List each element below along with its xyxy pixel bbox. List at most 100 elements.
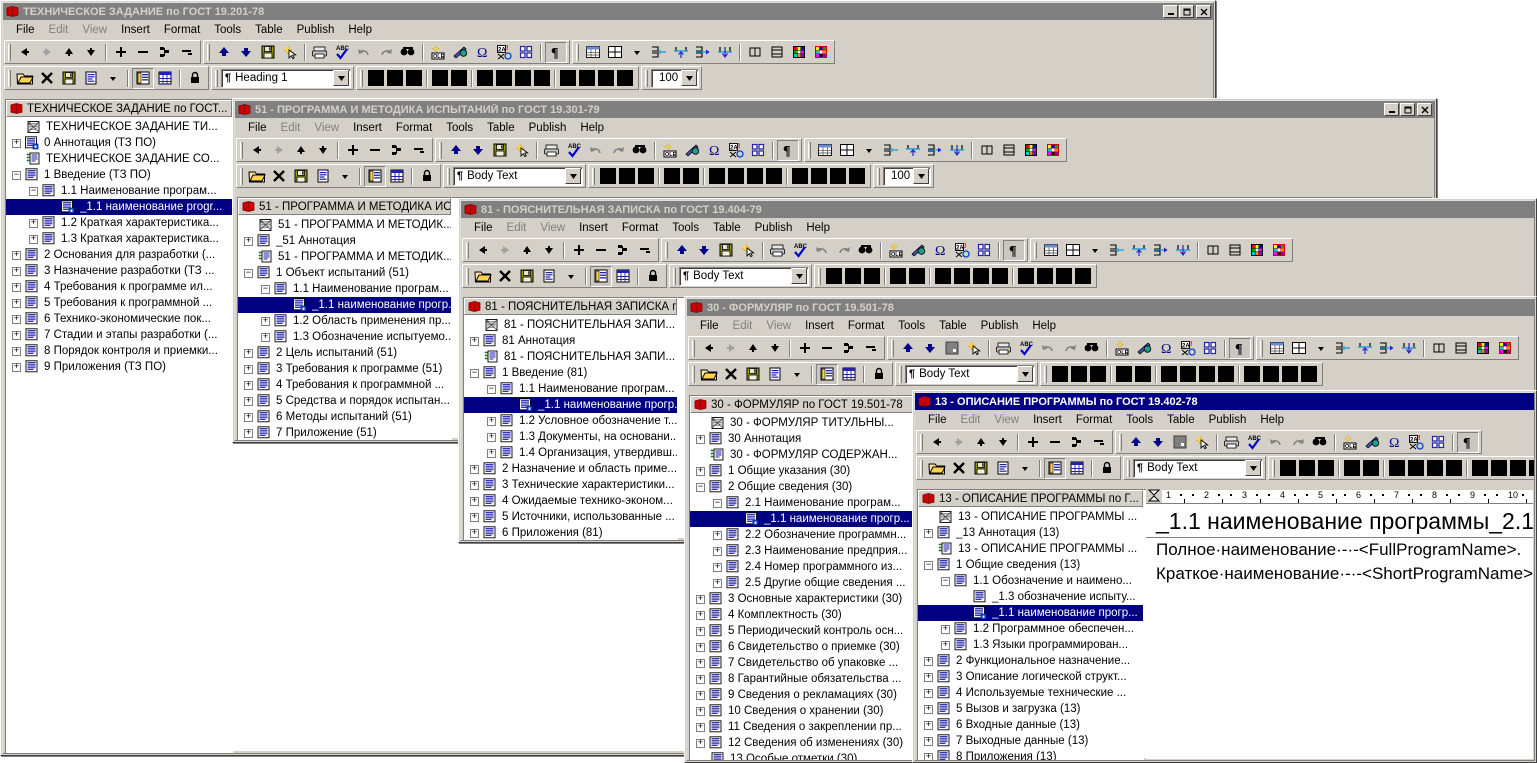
menu-item-format[interactable]: Format: [157, 23, 207, 37]
insert-ole-icon[interactable]: OLE: [885, 240, 907, 261]
format-button[interactable]: [1056, 268, 1072, 284]
zoom-combo[interactable]: 100 %: [883, 166, 931, 186]
menu-item-publish[interactable]: Publish: [1202, 413, 1254, 427]
cursor-spark-icon[interactable]: [511, 140, 533, 161]
format-button[interactable]: [1180, 366, 1196, 382]
document-pane[interactable]: 1 2 3 4 5 6 7 8 9 10 _1.1 наименование программы_2…: [1146, 489, 1533, 759]
insert-special-icon[interactable]: 2A!: [725, 140, 747, 161]
tree-item[interactable]: +8 Порядок контроля и приемки...: [6, 343, 232, 359]
tree-item[interactable]: +1.3 Документы, на основани...: [464, 429, 677, 445]
format-button[interactable]: [1446, 460, 1462, 476]
menu-item-help[interactable]: Help: [1253, 413, 1291, 427]
tree-expander-minus[interactable]: −: [244, 268, 253, 278]
insert-special-icon[interactable]: 2A!: [493, 42, 515, 63]
promote-icon[interactable]: [838, 338, 860, 359]
up-arrow-icon[interactable]: [58, 42, 80, 63]
tree-item[interactable]: 81 - ПОЯСНИТЕЛЬНАЯ ЗАПИ...: [464, 317, 677, 333]
style-combo[interactable]: ¶ Heading 1: [221, 68, 351, 88]
down-arrow-icon[interactable]: [80, 42, 102, 63]
toolbar-gripper[interactable]: [576, 43, 579, 61]
move-up-icon[interactable]: [213, 42, 235, 63]
insert-fields-icon[interactable]: [515, 42, 537, 63]
tree-expander-plus[interactable]: +: [941, 640, 950, 650]
menu-item-view[interactable]: View: [759, 319, 798, 333]
cursor-spark-icon[interactable]: [279, 42, 301, 63]
outline-view-icon[interactable]: [364, 165, 386, 187]
move-down-icon[interactable]: [235, 42, 257, 63]
toolbar-gripper[interactable]: [808, 141, 811, 159]
menu-item-insert[interactable]: Insert: [346, 121, 389, 135]
menu-item-help[interactable]: Help: [799, 221, 837, 235]
maximize-button[interactable]: [1179, 5, 1194, 18]
tree-item[interactable]: +1.3 Языки программирован...: [918, 637, 1143, 653]
format-button[interactable]: [477, 70, 493, 86]
tree-item[interactable]: _1.1 наименование progr...: [6, 199, 232, 215]
toolbar-gripper[interactable]: [877, 167, 880, 185]
undo-icon[interactable]: [353, 42, 375, 63]
menu-item-publish[interactable]: Publish: [974, 319, 1026, 333]
tree-item[interactable]: 13 - ОПИСАНИЕ ПРОГРАММЫ ...: [918, 509, 1143, 525]
tree-expander-plus[interactable]: +: [261, 316, 270, 326]
format-button[interactable]: [766, 168, 782, 184]
show-formatting-icon[interactable]: ¶: [1003, 239, 1025, 261]
up-arrow-icon[interactable]: [970, 432, 992, 453]
tree-expander-plus[interactable]: +: [713, 578, 722, 588]
menu-item-help[interactable]: Help: [573, 121, 611, 135]
menu-item-help[interactable]: Help: [341, 23, 379, 37]
tree-item[interactable]: +3 Требования к программе (51): [238, 361, 451, 377]
format-button[interactable]: [1427, 460, 1443, 476]
format-button[interactable]: [954, 268, 970, 284]
move-down-icon[interactable]: [1147, 432, 1169, 453]
tree-item[interactable]: − 2 Общие сведения (30): [690, 479, 917, 495]
save-icon[interactable]: [970, 458, 992, 479]
menu-item-file[interactable]: File: [921, 413, 954, 427]
tree-expander-plus[interactable]: +: [924, 720, 933, 730]
table-color-icon[interactable]: [1020, 140, 1042, 161]
outline-view-icon[interactable]: [590, 265, 612, 287]
tree-expander-plus[interactable]: +: [696, 434, 705, 444]
down-arrow-icon[interactable]: [992, 432, 1014, 453]
forward-arrow-icon[interactable]: [36, 42, 58, 63]
tree-item[interactable]: +2.2 Обозначение программн...: [690, 527, 917, 543]
insert-ole-icon[interactable]: OLE: [1111, 338, 1133, 359]
split-cell-up-icon[interactable]: [1354, 338, 1376, 359]
tree-item[interactable]: +0 Аннотация (ТЗ ПО): [6, 135, 232, 151]
tree-item[interactable]: +10 Сведения о хранении (30): [690, 703, 917, 719]
tree-item[interactable]: − 1.1 Обозначение и наимено...: [918, 573, 1143, 589]
format-button[interactable]: [1075, 268, 1091, 284]
tree-expander-plus[interactable]: +: [924, 528, 933, 538]
menu-item-table[interactable]: Table: [248, 23, 290, 37]
insert-fields-icon[interactable]: [973, 240, 995, 261]
format-button[interactable]: [890, 268, 906, 284]
merge-cells-left-icon[interactable]: [1332, 338, 1354, 359]
toolbar-gripper[interactable]: [240, 141, 243, 159]
tree-expander-plus[interactable]: +: [12, 282, 21, 292]
table-dropdown-icon[interactable]: [858, 140, 880, 161]
tree-expander-minus[interactable]: −: [696, 482, 705, 492]
format-button[interactable]: [992, 268, 1008, 284]
format-button[interactable]: [864, 268, 880, 284]
menu-item-table[interactable]: Table: [1160, 413, 1202, 427]
menu-item-edit[interactable]: Edit: [500, 221, 534, 235]
tree-expander-minus[interactable]: −: [261, 284, 270, 294]
table-view-icon[interactable]: [386, 166, 408, 187]
toolbar-gripper[interactable]: [665, 241, 668, 259]
print-icon[interactable]: [993, 338, 1015, 359]
table-view-icon[interactable]: [838, 364, 860, 385]
format-button[interactable]: [747, 168, 763, 184]
tree-item[interactable]: − 1 Введение (ТЗ ПО): [6, 167, 232, 183]
tree-item[interactable]: +6 Входные данные (13): [918, 717, 1143, 733]
dropdown-arrow-icon[interactable]: [1014, 458, 1036, 479]
zoom-combo-arrow[interactable]: [913, 168, 929, 184]
tree-expander-plus[interactable]: +: [696, 642, 705, 652]
tree-item[interactable]: +7 Свидетельство об упаковке ...: [690, 655, 917, 671]
new-document-icon[interactable]: [992, 458, 1014, 479]
tree-item[interactable]: + _51 Аннотация: [238, 233, 451, 249]
format-button[interactable]: [1510, 460, 1526, 476]
new-document-icon[interactable]: [80, 68, 102, 89]
add-icon[interactable]: [110, 42, 132, 63]
tree-item[interactable]: +5 Требования к программной ...: [6, 295, 232, 311]
tree-item[interactable]: 51 - ПРОГРАММА И МЕТОДИК...: [238, 249, 451, 265]
tree-item[interactable]: +6 Технико-экономические пок...: [6, 311, 232, 327]
insert-symbol-icon[interactable]: Ω: [929, 240, 951, 261]
